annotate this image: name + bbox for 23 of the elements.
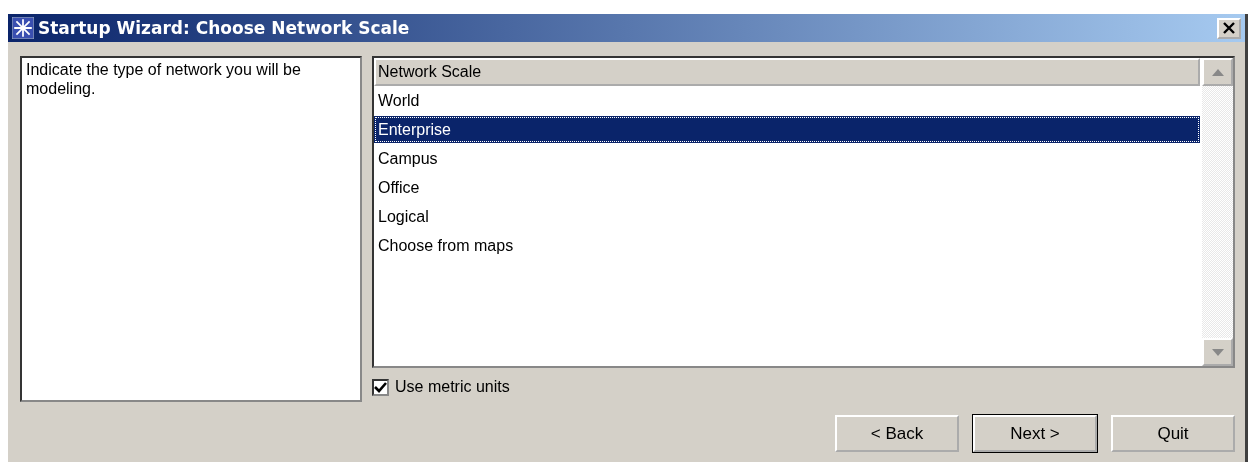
list-item[interactable]: Enterprise bbox=[374, 116, 1200, 143]
scroll-down-button[interactable] bbox=[1202, 338, 1233, 366]
close-button[interactable] bbox=[1217, 17, 1241, 39]
list-item[interactable]: Logical bbox=[374, 202, 1200, 231]
checkmark-icon bbox=[374, 381, 387, 393]
column-header[interactable]: Network Scale bbox=[374, 58, 1200, 86]
list-item[interactable]: World bbox=[374, 86, 1200, 115]
description-text: Indicate the type of network you will be modeling. bbox=[26, 61, 301, 97]
star-icon bbox=[12, 17, 34, 39]
list-item[interactable]: Office bbox=[374, 173, 1200, 202]
up-arrow-icon bbox=[1211, 68, 1224, 76]
wizard-button[interactable]: Quit bbox=[1111, 415, 1235, 452]
wizard-button[interactable]: < Back bbox=[835, 415, 959, 452]
wizard-button[interactable]: Next > bbox=[973, 415, 1097, 452]
checkbox-label[interactable]: Use metric units bbox=[395, 378, 510, 396]
list-item[interactable]: Campus bbox=[374, 144, 1200, 173]
scrollbar[interactable] bbox=[1202, 58, 1233, 366]
list-item[interactable]: Choose from maps bbox=[374, 231, 1200, 260]
close-icon bbox=[1222, 22, 1236, 34]
down-arrow-icon bbox=[1211, 348, 1224, 356]
scroll-up-button[interactable] bbox=[1202, 58, 1233, 86]
window-title: Startup Wizard: Choose Network Scale bbox=[38, 18, 411, 38]
checkbox[interactable] bbox=[372, 378, 389, 396]
